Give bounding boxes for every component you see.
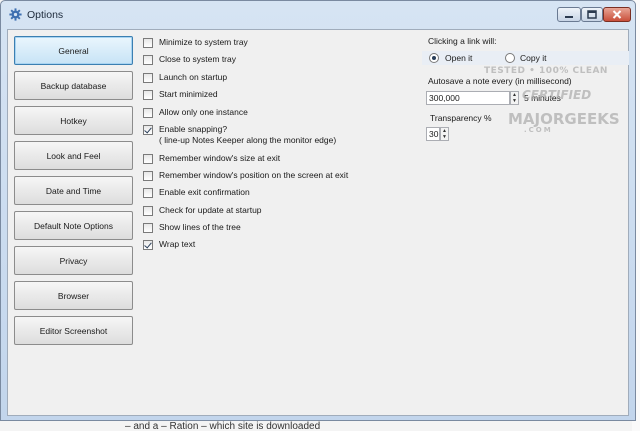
option-label: Start minimized <box>159 89 218 99</box>
minimize-button[interactable] <box>557 7 581 22</box>
checkbox[interactable] <box>143 154 153 164</box>
radio-copy-it[interactable] <box>505 53 515 63</box>
nav-button-browser[interactable]: Browser <box>14 281 133 310</box>
nav-button-default-note-options[interactable]: Default Note Options <box>14 211 133 240</box>
watermark-line: TESTED • 100% CLEAN <box>484 66 608 76</box>
nav-button-backup-database[interactable]: Backup database <box>14 71 133 100</box>
option-tree-lines[interactable]: Show lines of the tree <box>143 222 241 233</box>
option-label: Show lines of the tree <box>159 222 241 232</box>
nav-button-label: Hotkey <box>60 115 87 126</box>
option-check-update[interactable]: Check for update at startup <box>143 205 262 216</box>
option-wrap-text[interactable]: Wrap text <box>143 239 195 250</box>
option-minimize-to-tray[interactable]: Minimize to system tray <box>143 37 248 48</box>
option-enable-snapping[interactable]: Enable snapping?( line-up Notes Keeper a… <box>143 124 336 146</box>
transparency-spinner[interactable]: ▲ ▼ <box>440 127 449 141</box>
close-button[interactable] <box>603 7 631 22</box>
nav-button-date-and-time[interactable]: Date and Time <box>14 176 133 205</box>
maximize-button[interactable] <box>581 7 603 22</box>
option-label: Minimize to system tray <box>159 37 248 47</box>
nav-button-label: Look and Feel <box>46 150 101 161</box>
checkbox[interactable] <box>143 171 153 181</box>
nav-button-label: Default Note Options <box>34 220 113 231</box>
spin-down-icon[interactable]: ▼ <box>441 134 448 140</box>
option-remember-position[interactable]: Remember window's position on the screen… <box>143 170 348 181</box>
nav-button-privacy[interactable]: Privacy <box>14 246 133 275</box>
watermark-line: CERTIFIED <box>522 88 592 102</box>
nav-button-look-and-feel[interactable]: Look and Feel <box>14 141 133 170</box>
option-label: Close to system tray <box>159 54 236 64</box>
checkbox[interactable] <box>143 223 153 233</box>
option-label: Enable exit confirmation <box>159 187 250 197</box>
option-label: Wrap text <box>159 239 196 249</box>
title-bar[interactable]: Options <box>1 1 635 29</box>
option-label-group: Enable snapping?( line-up Notes Keeper a… <box>159 124 336 146</box>
option-close-to-tray[interactable]: Close to system tray <box>143 54 236 65</box>
nav-button-label: Backup database <box>40 80 107 91</box>
radio-open-it[interactable] <box>429 53 439 63</box>
nav-button-label: Privacy <box>59 255 88 266</box>
option-start-minimized[interactable]: Start minimized <box>143 89 218 100</box>
checkbox[interactable] <box>143 38 153 48</box>
option-label: Launch on startup <box>159 72 228 82</box>
background-text: – and a – Ration – which site is downloa… <box>125 421 321 431</box>
nav-button-label: Browser <box>57 290 90 301</box>
option-remember-size[interactable]: Remember window's size at exit <box>143 153 280 164</box>
transparency-label: Transparency % <box>430 113 492 123</box>
option-exit-confirmation[interactable]: Enable exit confirmation <box>143 187 250 198</box>
majorgeeks-watermark: TESTED • 100% CLEAN CERTIFIED MAJORGEEKS… <box>484 64 634 144</box>
radio-open-label: Open it <box>445 53 473 63</box>
nav-button-label: Date and Time <box>45 185 102 196</box>
option-label: Allow only one instance <box>159 107 248 117</box>
checkbox[interactable] <box>143 90 153 100</box>
nav-button-label: General <box>58 45 89 56</box>
option-label: Remember window's position on the screen… <box>159 170 349 180</box>
option-sublabel: ( line-up Notes Keeper along the monitor… <box>159 135 337 145</box>
option-label: Enable snapping? <box>159 124 228 134</box>
minimize-icon <box>565 15 573 18</box>
checkbox[interactable] <box>143 188 153 198</box>
option-launch-on-startup[interactable]: Launch on startup <box>143 72 227 83</box>
option-label: Remember window's size at exit <box>159 153 281 163</box>
checkbox[interactable] <box>143 73 153 83</box>
checkbox-checked[interactable] <box>143 240 153 250</box>
nav-button-hotkey[interactable]: Hotkey <box>14 106 133 135</box>
checkbox-checked[interactable] <box>143 125 153 135</box>
checkbox[interactable] <box>143 206 153 216</box>
nav-button-label: Editor Screenshot <box>39 325 108 336</box>
maximize-icon <box>587 10 597 19</box>
option-single-instance[interactable]: Allow only one instance <box>143 107 248 118</box>
option-label: Check for update at startup <box>159 205 262 215</box>
watermark-line: .COM <box>524 126 553 134</box>
gear-icon <box>9 8 22 21</box>
checkbox[interactable] <box>143 55 153 65</box>
window-title: Options <box>27 9 64 21</box>
transparency-input[interactable]: 30 <box>426 127 440 141</box>
checkbox[interactable] <box>143 108 153 118</box>
link-behavior-label: Clicking a link will: <box>428 36 497 46</box>
nav-button-general[interactable]: General <box>14 36 133 65</box>
radio-copy-label: Copy it <box>520 53 547 63</box>
close-icon <box>612 10 622 19</box>
nav-button-editor-screenshot[interactable]: Editor Screenshot <box>14 316 133 345</box>
